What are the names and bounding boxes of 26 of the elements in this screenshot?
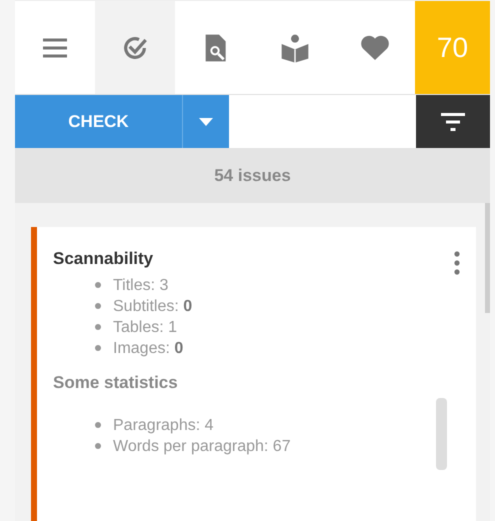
filter-icon bbox=[441, 112, 465, 131]
stat-item: Tables: 1 bbox=[113, 318, 178, 338]
bullet-icon bbox=[95, 345, 101, 352]
stat-item: Titles: 3 bbox=[113, 276, 168, 296]
bullet-icon bbox=[95, 282, 101, 288]
issues-count: 54 issues bbox=[214, 166, 291, 186]
dropdown-button[interactable] bbox=[183, 95, 229, 148]
caret-icon bbox=[199, 118, 213, 126]
check-button[interactable]: CHECK bbox=[15, 95, 183, 148]
bullet-icon bbox=[95, 324, 101, 330]
stat-item: Paragraphs: 4 bbox=[113, 416, 214, 436]
bullet-icon bbox=[95, 443, 101, 450]
score-badge: 70 bbox=[415, 1, 490, 94]
stat-item: Words per paragraph: 67 bbox=[113, 436, 291, 457]
section-title: Some statistics bbox=[53, 372, 178, 393]
scrollbar[interactable] bbox=[485, 202, 490, 313]
section-title: Scannability bbox=[53, 248, 154, 269]
stat-item: Images: 0 bbox=[113, 338, 184, 359]
bullet-icon bbox=[95, 303, 101, 310]
bullet-icon bbox=[95, 422, 101, 428]
stat-item: Subtitles: 0 bbox=[113, 296, 192, 317]
more-options-icon[interactable] bbox=[454, 250, 460, 275]
filter-button[interactable] bbox=[416, 95, 490, 148]
check-tab[interactable] bbox=[95, 1, 175, 94]
scrollbar-thumb[interactable] bbox=[436, 398, 447, 470]
book-reader-icon bbox=[279, 32, 311, 64]
